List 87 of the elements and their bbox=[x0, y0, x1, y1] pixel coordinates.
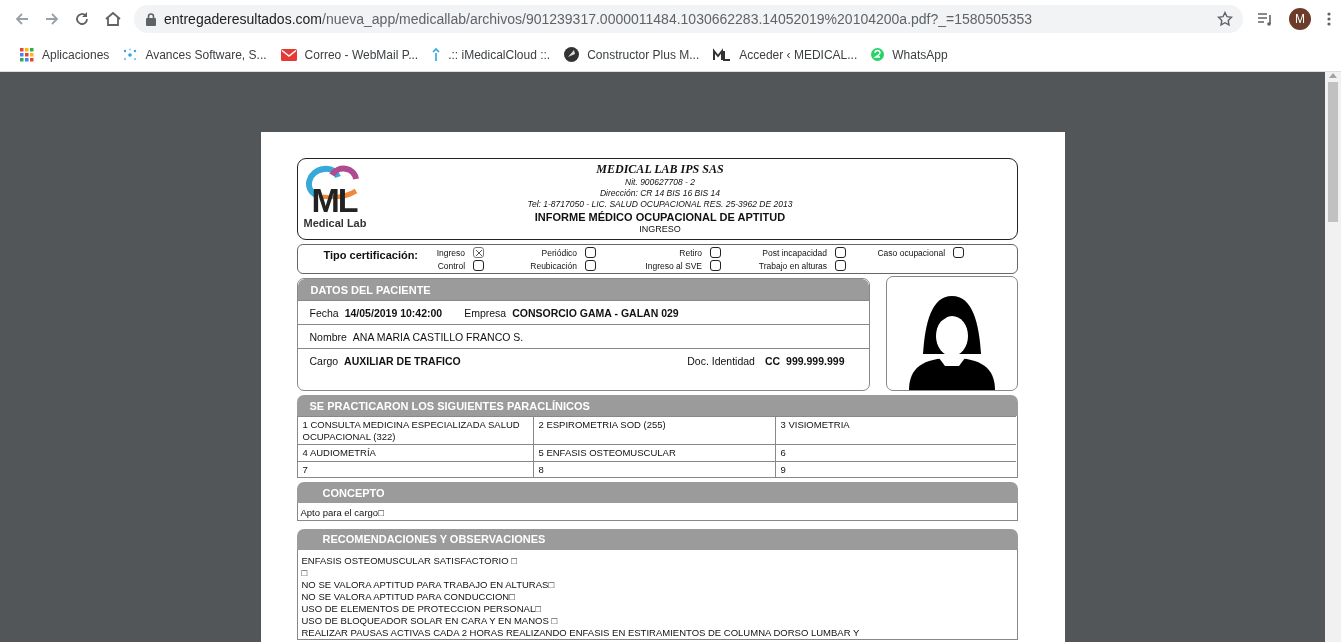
menu-icon[interactable] bbox=[1327, 11, 1331, 27]
field-label: Cargo bbox=[309, 354, 339, 367]
field-label: Fecha bbox=[309, 306, 339, 319]
pin-icon bbox=[432, 47, 441, 62]
option-label: Retiro bbox=[679, 247, 703, 258]
table-cell: 8 bbox=[533, 460, 776, 477]
recommendation-text: USO DE ELEMENTOS DE PROTECCION PERSONAL□ bbox=[301, 602, 541, 615]
chat-icon bbox=[871, 48, 885, 61]
checkbox[interactable] bbox=[585, 260, 597, 271]
option-label: Ingreso al SVE bbox=[645, 260, 703, 271]
table-cell: 2 ESPIROMETRIA SOD (255) bbox=[533, 416, 776, 444]
url-host: entregaderesultados.com bbox=[164, 11, 322, 27]
recommendation-text: NO SE VALORA APTITUD PARA CONDUCCION□ bbox=[301, 590, 515, 603]
certification-label: Tipo certificación: bbox=[323, 249, 419, 261]
section-header: RECOMENDACIONES Y OBSERVACIONES bbox=[296, 528, 1018, 550]
checkbox[interactable] bbox=[473, 247, 485, 258]
table-cell: 9 bbox=[775, 460, 1016, 477]
field-label: Doc. Identidad bbox=[687, 354, 755, 367]
address-bar[interactable]: entregaderesultados.com/nueva_app/medicallab/archivos/901239317.0000011484.1030662283.14052019%20104200a.pdf?_=1580505353 bbox=[134, 5, 1243, 33]
field-value: CC bbox=[764, 354, 781, 367]
lock-icon bbox=[146, 12, 156, 26]
option-label: Control bbox=[437, 260, 466, 271]
url-path: /nueva_app/medicallab/archivos/901239317.0000011484.1030662283.14052019%20104200a.pdf?_=1580505353 bbox=[322, 11, 1033, 27]
recommendation-text: NO SE VALORA APTITUD PARA TRABAJO EN ALTURAS□ bbox=[301, 578, 555, 591]
checkbox[interactable] bbox=[710, 247, 722, 258]
section-header: SE PRACTICARON LOS SIGUIENTES PARACLÍNICOS bbox=[296, 395, 1018, 416]
profile-avatar[interactable]: M bbox=[1289, 8, 1311, 30]
dots-icon bbox=[123, 47, 138, 62]
checkbox[interactable] bbox=[835, 247, 847, 258]
address-text: Dirección: CR 14 BIS 16 BIS 14 bbox=[600, 188, 720, 199]
table-cell: 4 AUDIOMETRÍA bbox=[297, 444, 534, 461]
cross-mark-icon bbox=[475, 249, 482, 256]
field-label: Nombre bbox=[309, 330, 347, 343]
field-value: AUXILIAR DE TRAFICO bbox=[344, 354, 461, 367]
option-label: Periódico bbox=[541, 247, 578, 258]
recommendation-text: ENFASIS OSTEOMUSCULAR SATISFACTORIO □ bbox=[301, 554, 517, 567]
bookmark-link[interactable]: WhatsApp bbox=[871, 47, 948, 62]
logo-caption: Medical Lab bbox=[303, 217, 368, 229]
report-title: INFORME MÉDICO OCUPACIONAL DE APTITUD bbox=[534, 210, 786, 224]
option-label: Ingreso bbox=[436, 247, 466, 258]
disc-icon bbox=[564, 47, 580, 62]
recommendation-text: REALIZAR PAUSAS ACTIVAS CADA 2 HORAS REALIZANDO ENFASIS EN ESTIRAMIENTOS DE COLUMNA DORSO LUMBAR Y bbox=[301, 626, 860, 639]
section-header: DATOS DEL PACIENTE bbox=[297, 279, 869, 300]
bookmark-link[interactable]: .:: iMedicalCloud ::. bbox=[432, 47, 551, 62]
table-cell: 5 ENFASIS OSTEOMUSCULAR bbox=[533, 444, 776, 461]
reload-icon[interactable] bbox=[74, 11, 90, 27]
scrollbar[interactable] bbox=[1325, 72, 1341, 642]
field-label: Empresa bbox=[464, 306, 507, 319]
table-cell: 3 VISIOMETRIA bbox=[775, 416, 1016, 444]
star-icon[interactable] bbox=[1217, 11, 1233, 27]
checkbox[interactable] bbox=[710, 260, 722, 271]
bookmark-link[interactable]: Acceder ‹ MEDICAL... bbox=[713, 47, 858, 62]
concept-text: Apto para el cargo□ bbox=[300, 507, 384, 518]
playlist-icon[interactable] bbox=[1257, 12, 1273, 26]
field-value: 14/05/2019 10:42:00 bbox=[344, 306, 443, 319]
back-arrow-icon[interactable] bbox=[14, 11, 30, 27]
option-label: Post incapacidad bbox=[762, 247, 828, 258]
bookmark-link[interactable]: Correo - WebMail P... bbox=[280, 47, 419, 62]
recommendation-text: □ bbox=[301, 566, 308, 579]
report-type: INGRESO bbox=[639, 224, 681, 234]
company-name: MEDICAL LAB IPS SAS bbox=[596, 162, 724, 177]
option-label: Trabajo en alturas bbox=[758, 260, 828, 271]
option-label: Reubicación bbox=[530, 260, 578, 271]
option-label: Caso ocupacional bbox=[877, 247, 946, 258]
phone-text: Tel: 1-8717050 - LIC. SALUD OCUPACIONAL RES. 25-3962 DE 2013 bbox=[527, 199, 793, 210]
logo-icon bbox=[713, 47, 732, 62]
field-value: 999.999.999 bbox=[786, 354, 845, 367]
section-header: CONCEPTO bbox=[296, 482, 1018, 503]
recommendation-text: USO DE BLOQUEADOR SOLAR EN CARA Y EN MANOS □ bbox=[301, 614, 558, 627]
field-value: CONSORCIO GAMA - GALAN 029 bbox=[512, 306, 679, 319]
tax-id: Nit. 900627708 - 2 bbox=[625, 177, 695, 188]
envelope-icon bbox=[280, 48, 297, 61]
forward-arrow-icon[interactable] bbox=[44, 11, 60, 27]
bookmark-link[interactable]: Constructor Plus M... bbox=[564, 47, 700, 62]
checkbox[interactable] bbox=[585, 247, 597, 258]
table-cell: 7 bbox=[297, 460, 534, 477]
checkbox[interactable] bbox=[953, 247, 965, 258]
bookmark-link[interactable]: Avances Software, S... bbox=[123, 47, 267, 62]
bookmark-link[interactable]: Aplicaciones bbox=[20, 47, 110, 62]
table-cell: 1 CONSULTA MEDICINA ESPECIALIZADA SALUD OCUPACIONAL (322) bbox=[297, 416, 534, 444]
table-cell: 6 bbox=[775, 444, 1016, 461]
checkbox[interactable] bbox=[473, 260, 485, 271]
scrollbar-thumb[interactable] bbox=[1328, 82, 1338, 222]
apps-grid-icon bbox=[20, 47, 34, 62]
field-value: ANA MARIA CASTILLO FRANCO S. bbox=[352, 330, 524, 343]
checkbox[interactable] bbox=[835, 260, 847, 271]
home-icon[interactable] bbox=[104, 11, 122, 27]
